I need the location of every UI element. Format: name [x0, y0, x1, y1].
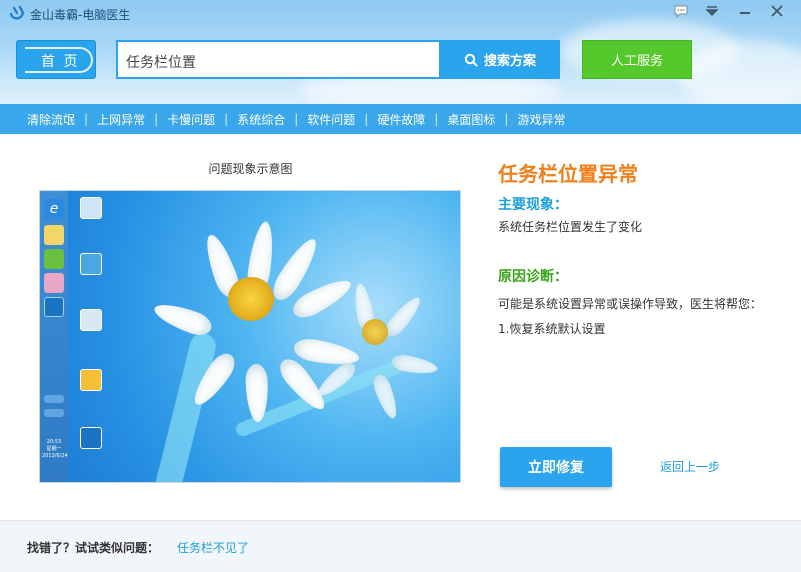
- nav-item-system[interactable]: 系统综合: [237, 111, 285, 128]
- footer-label: 找错了？试试类似问题：: [27, 541, 160, 555]
- search-button[interactable]: 搜索方案: [440, 40, 560, 79]
- human-service-button[interactable]: 人工服务: [582, 40, 692, 79]
- nav-separator: |: [504, 112, 509, 126]
- nav-separator: |: [294, 112, 299, 126]
- back-link[interactable]: 返回上一步: [660, 458, 720, 475]
- search-button-label: 搜索方案: [483, 54, 536, 69]
- chat-icon[interactable]: [669, 2, 693, 20]
- app-logo-icon: [9, 5, 25, 20]
- preview-clock-date: 2013/6/24: [42, 453, 68, 459]
- preview-caption: 问题现象示意图: [208, 162, 293, 176]
- nav-separator: |: [154, 112, 159, 126]
- title-bar: 金山毒霸-电脑医生: [0, 0, 801, 28]
- header: 金山毒霸-电脑医生 首 页 任务栏位置 搜索方案 人工服务: [0, 0, 801, 104]
- search-input-value: 任务栏位置: [126, 55, 196, 71]
- nav-item-clean-rogue[interactable]: 清除流氓: [27, 111, 75, 128]
- nav-item-software[interactable]: 软件问题: [307, 111, 355, 128]
- window-title: 金山毒霸-电脑医生: [30, 8, 131, 22]
- search-input[interactable]: 任务栏位置: [116, 40, 441, 79]
- fix-now-label: 立即修复: [528, 460, 584, 476]
- menu-icon[interactable]: [700, 2, 724, 20]
- diagnosis-heading: 原因诊断：: [498, 269, 568, 285]
- footer: 找错了？试试类似问题： 任务栏不见了: [0, 520, 801, 572]
- home-label: 首 页: [41, 54, 80, 70]
- minimize-icon[interactable]: [733, 2, 757, 20]
- preview-taskbar: e 20:53 星期一 2013/6/24: [40, 191, 68, 482]
- fix-now-button[interactable]: 立即修复: [500, 447, 612, 487]
- close-icon[interactable]: [765, 2, 789, 20]
- nav-separator: |: [224, 112, 229, 126]
- diagnosis-text: 可能是系统设置异常或误操作导致，医生将帮您：: [498, 297, 763, 311]
- category-nav: 清除流氓 | 上网异常 | 卡慢问题 | 系统综合 | 软件问题 | 硬件故障 …: [0, 104, 801, 134]
- preview-clock: 20:53 星期一 2013/6/24: [42, 439, 68, 460]
- nav-item-hardware[interactable]: 硬件故障: [377, 111, 425, 128]
- related-issue-link[interactable]: 任务栏不见了: [177, 539, 249, 556]
- home-button[interactable]: 首 页: [16, 40, 96, 79]
- preview-clock-time: 20:53: [46, 439, 62, 445]
- nav-item-games[interactable]: 游戏异常: [517, 111, 565, 128]
- symptom-preview-image: e 20:53 星期一 2013/6/24: [39, 190, 461, 483]
- nav-item-slow[interactable]: 卡慢问题: [167, 111, 215, 128]
- nav-item-desktop-icons[interactable]: 桌面图标: [447, 111, 495, 128]
- nav-separator: |: [84, 112, 89, 126]
- fix-step-1: 1.恢复系统默认设置: [498, 322, 606, 336]
- nav-separator: |: [434, 112, 439, 126]
- symptom-text: 系统任务栏位置发生了变化: [498, 220, 643, 234]
- nav-separator: |: [364, 112, 369, 126]
- human-service-label: 人工服务: [610, 54, 663, 69]
- nav-item-network[interactable]: 上网异常: [97, 111, 145, 128]
- search-icon: [464, 53, 478, 67]
- preview-clock-day: 星期一: [46, 446, 62, 452]
- issue-title: 任务栏位置异常: [498, 162, 638, 186]
- symptom-heading: 主要现象：: [498, 197, 568, 213]
